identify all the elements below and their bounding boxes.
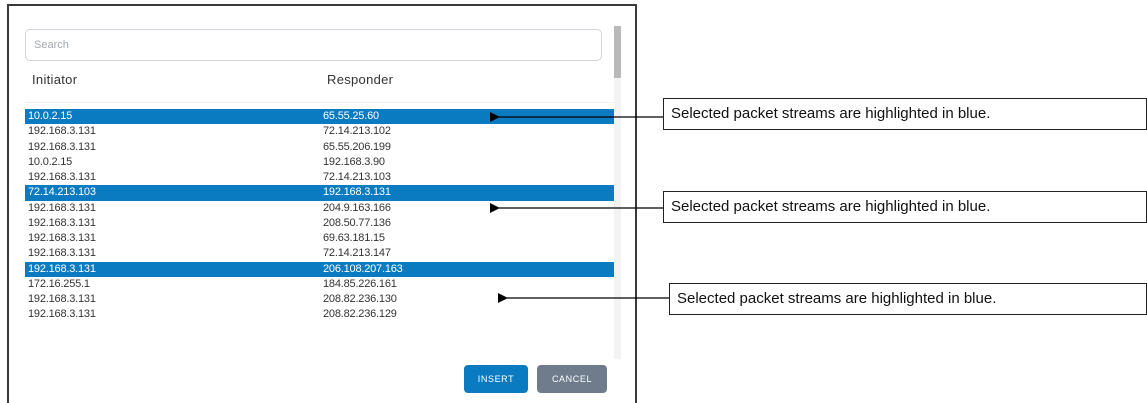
- callout-box: Selected packet streams are highlighted …: [669, 283, 1147, 315]
- callout-box: Selected packet streams are highlighted …: [663, 191, 1147, 223]
- callout-box: Selected packet streams are highlighted …: [663, 98, 1147, 130]
